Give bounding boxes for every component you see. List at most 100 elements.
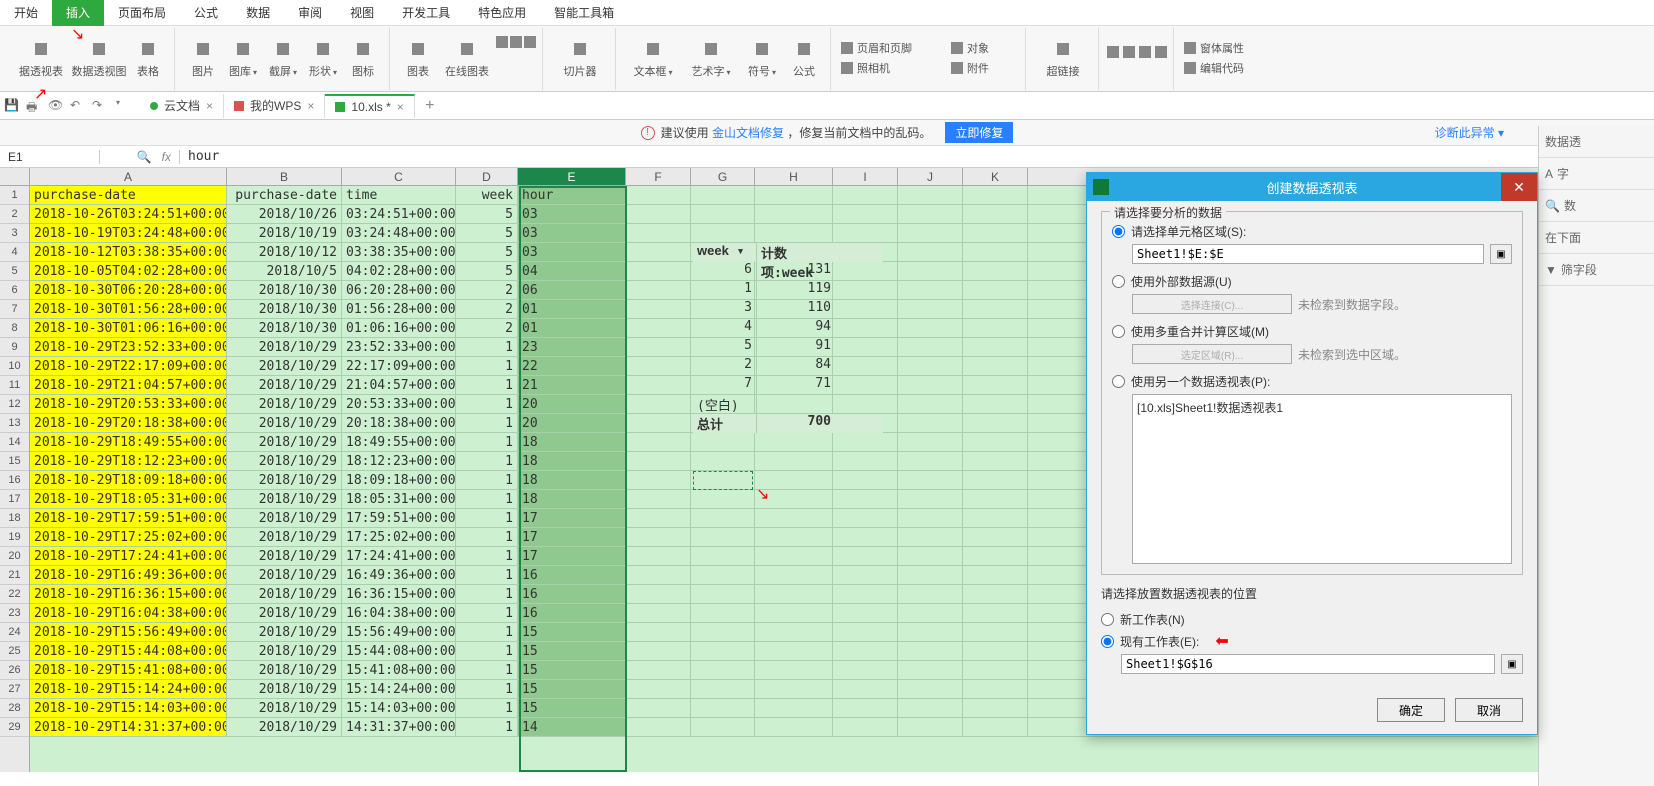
header-cell-K[interactable]: [963, 186, 1028, 204]
row-header-10[interactable]: 10: [0, 357, 29, 376]
cell[interactable]: 2018-10-05T04:02:28+00:00: [30, 262, 227, 280]
menu-tab-9[interactable]: 智能工具箱: [540, 0, 628, 26]
cell[interactable]: 15: [518, 642, 626, 660]
row-header-13[interactable]: 13: [0, 414, 29, 433]
cell[interactable]: 1: [456, 718, 518, 736]
cell[interactable]: 21:04:57+00:00: [342, 376, 456, 394]
cell[interactable]: [963, 642, 1028, 660]
fx-icon[interactable]: fx: [162, 150, 171, 164]
radio-new-sheet[interactable]: [1101, 613, 1114, 626]
cell[interactable]: 14:31:37+00:00: [342, 718, 456, 736]
cell[interactable]: 2018-10-29T16:36:15+00:00: [30, 585, 227, 603]
cell[interactable]: 2018/10/12: [227, 243, 342, 261]
header-cell-B[interactable]: purchase-date: [227, 186, 342, 204]
sparkline-line-icon[interactable]: [496, 36, 508, 48]
cell[interactable]: 01: [518, 300, 626, 318]
col-header-I[interactable]: I: [833, 168, 898, 185]
cell[interactable]: [691, 718, 755, 736]
cell[interactable]: [963, 433, 1028, 451]
cell[interactable]: 18: [518, 452, 626, 470]
side-tab-5[interactable]: ▼ 筛字段: [1539, 254, 1654, 286]
dialog-titlebar[interactable]: 创建数据透视表 ✕: [1087, 173, 1537, 201]
range-picker-button[interactable]: ▣: [1490, 244, 1512, 264]
row-header-19[interactable]: 19: [0, 528, 29, 547]
cell[interactable]: 2018-10-29T15:14:24+00:00: [30, 680, 227, 698]
cell[interactable]: [755, 547, 833, 565]
cell[interactable]: 1: [456, 604, 518, 622]
cell[interactable]: [898, 509, 963, 527]
row-header-1[interactable]: 1: [0, 186, 29, 205]
doc-tab-0[interactable]: 云文档×: [140, 94, 224, 118]
form-props-button[interactable]: 窗体属性: [1182, 38, 1292, 58]
cell[interactable]: 15:44:08+00:00: [342, 642, 456, 660]
cell[interactable]: [755, 205, 833, 223]
col-header-D[interactable]: D: [456, 168, 518, 185]
cell[interactable]: 20: [518, 414, 626, 432]
cell[interactable]: [755, 224, 833, 242]
cell[interactable]: [898, 357, 963, 375]
new-tab-button[interactable]: +: [417, 97, 443, 115]
cell[interactable]: [755, 566, 833, 584]
row-header-18[interactable]: 18: [0, 509, 29, 528]
cell[interactable]: 1: [456, 338, 518, 356]
cell[interactable]: 03: [518, 205, 626, 223]
cell[interactable]: [626, 566, 691, 584]
cell[interactable]: [691, 528, 755, 546]
menu-tab-5[interactable]: 审阅: [284, 0, 336, 26]
row-header-14[interactable]: 14: [0, 433, 29, 452]
slicer-button[interactable]: 切片器: [551, 28, 609, 88]
radio-cell-range[interactable]: [1112, 225, 1125, 238]
cell[interactable]: [898, 528, 963, 546]
cell[interactable]: 18: [518, 490, 626, 508]
cell[interactable]: [898, 414, 963, 432]
cell[interactable]: 2018-10-29T15:44:08+00:00: [30, 642, 227, 660]
cell[interactable]: [626, 547, 691, 565]
cell[interactable]: [833, 566, 898, 584]
row-header-6[interactable]: 6: [0, 281, 29, 300]
row-header-16[interactable]: 16: [0, 471, 29, 490]
row-header-12[interactable]: 12: [0, 395, 29, 414]
cell[interactable]: [963, 490, 1028, 508]
cell[interactable]: 2018/10/29: [227, 509, 342, 527]
col-header-F[interactable]: F: [626, 168, 691, 185]
cell[interactable]: 16: [518, 585, 626, 603]
cell[interactable]: [898, 243, 963, 261]
cell[interactable]: 1: [456, 699, 518, 717]
cell[interactable]: 2018/10/29: [227, 566, 342, 584]
qat-save-icon[interactable]: 💾: [4, 98, 20, 114]
cell[interactable]: [833, 224, 898, 242]
cell[interactable]: [963, 680, 1028, 698]
cell[interactable]: 5: [456, 224, 518, 242]
row-header-17[interactable]: 17: [0, 490, 29, 509]
cell[interactable]: [963, 205, 1028, 223]
cell[interactable]: 2: [456, 300, 518, 318]
close-tab-icon[interactable]: ×: [397, 100, 404, 114]
col-header-H[interactable]: H: [755, 168, 833, 185]
cell[interactable]: 2018/10/29: [227, 661, 342, 679]
cell[interactable]: 2018/10/29: [227, 395, 342, 413]
cell[interactable]: 2018-10-29T16:04:38+00:00: [30, 604, 227, 622]
cell[interactable]: [963, 395, 1028, 413]
side-tab-pivot[interactable]: 数据透: [1539, 126, 1654, 158]
cell[interactable]: [691, 566, 755, 584]
cell[interactable]: [833, 680, 898, 698]
cell[interactable]: 2018-10-29T14:31:37+00:00: [30, 718, 227, 736]
cell[interactable]: 2: [456, 281, 518, 299]
row-header-15[interactable]: 15: [0, 452, 29, 471]
cell[interactable]: [898, 623, 963, 641]
row-header-27[interactable]: 27: [0, 680, 29, 699]
cell[interactable]: [963, 661, 1028, 679]
cell[interactable]: [833, 490, 898, 508]
cell[interactable]: 17:59:51+00:00: [342, 509, 456, 527]
cell[interactable]: 2018/10/29: [227, 623, 342, 641]
menu-tab-0[interactable]: 开始: [0, 0, 52, 26]
cell[interactable]: 2018/10/29: [227, 357, 342, 375]
cell[interactable]: [963, 281, 1028, 299]
cell[interactable]: [691, 471, 755, 489]
cell[interactable]: [626, 680, 691, 698]
radio-multi-range[interactable]: [1112, 325, 1125, 338]
cell[interactable]: [898, 661, 963, 679]
doc-tab-1[interactable]: 我的WPS×: [224, 94, 325, 118]
cell[interactable]: [898, 338, 963, 356]
cell[interactable]: [963, 509, 1028, 527]
